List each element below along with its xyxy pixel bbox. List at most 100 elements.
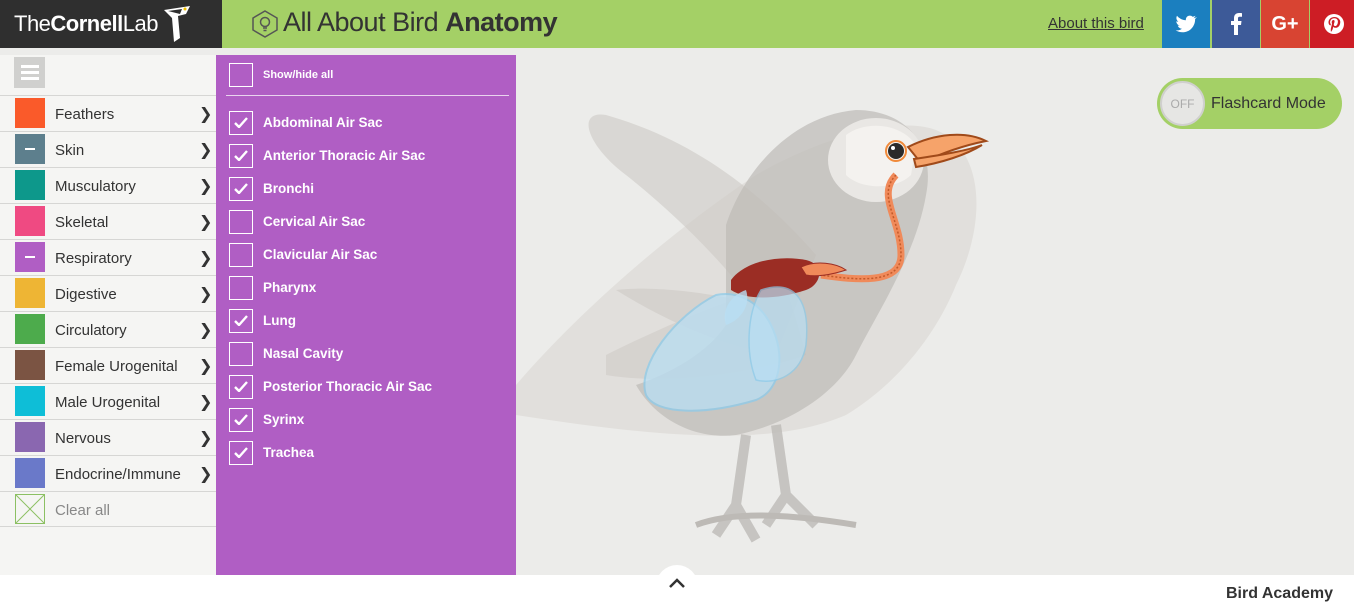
chevron-right-icon: ❯ (199, 322, 213, 339)
checkbox[interactable] (229, 275, 253, 300)
musculatory-color-swatch (15, 170, 45, 200)
twitter-icon (1175, 15, 1197, 33)
menu-item-skin[interactable]: Skin ❯ (0, 131, 216, 167)
part-posterior-thoracic-air-sac[interactable]: Posterior Thoracic Air Sac (229, 370, 432, 403)
checkbox[interactable] (229, 176, 253, 201)
checkbox[interactable] (229, 440, 253, 465)
menu-item-endocrine-immune[interactable]: Endocrine/Immune ❯ (0, 455, 216, 491)
minus-icon (25, 148, 35, 150)
bird-logo-icon (163, 6, 190, 42)
part-cervical-air-sac[interactable]: Cervical Air Sac (229, 205, 432, 238)
chevron-right-icon: ❯ (199, 106, 213, 123)
flashcard-mode-toggle[interactable]: OFF Flashcard Mode (1157, 78, 1342, 129)
about-this-bird-link[interactable]: About this bird (1048, 15, 1144, 32)
chevron-right-icon: ❯ (199, 214, 213, 231)
menu-item-digestive[interactable]: Digestive ❯ (0, 275, 216, 311)
page-title-light: All About Bird (283, 7, 439, 37)
part-nasal-cavity[interactable]: Nasal Cavity (229, 337, 432, 370)
checkbox[interactable] (229, 374, 253, 399)
hamburger-line (20, 77, 39, 80)
clear-all-button[interactable]: Clear all (0, 491, 216, 527)
part-label: Abdominal Air Sac (263, 115, 383, 130)
checkmark-icon (234, 117, 248, 128)
checkbox[interactable] (229, 407, 253, 432)
googleplus-share-button[interactable]: G+ (1261, 0, 1309, 48)
menu-item-skeletal[interactable]: Skeletal ❯ (0, 203, 216, 239)
respiratory-color-swatch (15, 242, 45, 272)
menu-item-label: Female Urogenital (55, 358, 178, 375)
menu-item-label: Feathers (55, 106, 115, 123)
hamburger-line (20, 71, 39, 74)
clear-x-icon (15, 494, 45, 524)
menu-item-label: Respiratory (55, 250, 132, 267)
menu-item-respiratory[interactable]: Respiratory ❯ (0, 239, 216, 275)
checkmark-icon (234, 414, 248, 425)
checkbox[interactable] (229, 143, 253, 168)
logo-text-the: The (14, 11, 51, 36)
lightbulb-hex-icon (252, 10, 278, 38)
part-lung[interactable]: Lung (229, 304, 432, 337)
part-label: Posterior Thoracic Air Sac (263, 379, 433, 394)
feathers-color-swatch (15, 98, 45, 128)
checkbox[interactable] (229, 341, 253, 366)
googleplus-icon: G+ (1271, 12, 1299, 35)
skin-color-swatch (15, 134, 45, 164)
facebook-icon (1231, 13, 1242, 35)
chevron-up-icon (669, 578, 685, 588)
system-list: Feathers ❯ Skin ❯ Musculatory ❯ Skeletal… (0, 95, 216, 527)
menu-item-label: Endocrine/Immune (55, 466, 181, 483)
checkbox[interactable] (229, 209, 253, 234)
part-bronchi[interactable]: Bronchi (229, 172, 432, 205)
menu-item-label: Male Urogenital (55, 394, 161, 411)
part-label: Syrinx (263, 412, 305, 427)
menu-item-circulatory[interactable]: Circulatory ❯ (0, 311, 216, 347)
show-hide-all-checkbox[interactable] (229, 63, 253, 87)
part-anterior-thoracic-air-sac[interactable]: Anterior Thoracic Air Sac (229, 139, 432, 172)
hamburger-menu-button[interactable] (14, 57, 45, 88)
part-label: Cervical Air Sac (263, 214, 366, 229)
toggle-knob[interactable]: OFF (1160, 81, 1205, 126)
menu-item-male-urogenital[interactable]: Male Urogenital ❯ (0, 383, 216, 419)
part-label: Trachea (263, 445, 315, 460)
part-pharynx[interactable]: Pharynx (229, 271, 432, 304)
menu-item-female-urogenital[interactable]: Female Urogenital ❯ (0, 347, 216, 383)
checkmark-icon (234, 315, 248, 326)
endocrine-immune-color-swatch (15, 458, 45, 488)
checkbox[interactable] (229, 110, 253, 135)
menu-item-musculatory[interactable]: Musculatory ❯ (0, 167, 216, 203)
chevron-right-icon: ❯ (199, 466, 213, 483)
checkmark-icon (234, 150, 248, 161)
bird-academy-link[interactable]: Bird Academy (1226, 585, 1333, 603)
part-trachea[interactable]: Trachea (229, 436, 432, 469)
page-title-bold: Anatomy (445, 7, 558, 37)
chevron-right-icon: ❯ (199, 250, 213, 267)
cornell-lab-logo[interactable]: The Cornell Lab (0, 0, 222, 48)
pinterest-icon (1324, 14, 1344, 34)
part-clavicular-air-sac[interactable]: Clavicular Air Sac (229, 238, 432, 271)
expand-drawer-button[interactable] (656, 565, 698, 607)
logo-text-lab: Lab (122, 11, 159, 36)
facebook-share-button[interactable] (1212, 0, 1260, 48)
flashcard-mode-label: Flashcard Mode (1211, 95, 1326, 112)
part-syrinx[interactable]: Syrinx (229, 403, 432, 436)
menu-item-feathers[interactable]: Feathers ❯ (0, 95, 216, 131)
respiratory-parts-list: Abdominal Air Sac Anterior Thoracic Air … (229, 106, 432, 469)
female-urogenital-color-swatch (15, 350, 45, 380)
twitter-share-button[interactable] (1162, 0, 1210, 48)
system-menu: Feathers ❯ Skin ❯ Musculatory ❯ Skeletal… (0, 55, 216, 575)
part-label: Nasal Cavity (263, 346, 344, 361)
show-hide-all-toggle[interactable]: Show/hide all (229, 63, 333, 87)
checkbox[interactable] (229, 308, 253, 333)
part-label: Pharynx (263, 280, 317, 295)
checkmark-icon (234, 183, 248, 194)
checkbox[interactable] (229, 242, 253, 267)
menu-item-label: Nervous (55, 430, 111, 447)
menu-item-nervous[interactable]: Nervous ❯ (0, 419, 216, 455)
male-urogenital-color-swatch (15, 386, 45, 416)
checkmark-icon (234, 381, 248, 392)
bird-anatomy-stage[interactable] (516, 55, 1354, 575)
checkmark-icon (234, 447, 248, 458)
pinterest-share-button[interactable] (1310, 0, 1354, 48)
nervous-color-swatch (15, 422, 45, 452)
part-abdominal-air-sac[interactable]: Abdominal Air Sac (229, 106, 432, 139)
